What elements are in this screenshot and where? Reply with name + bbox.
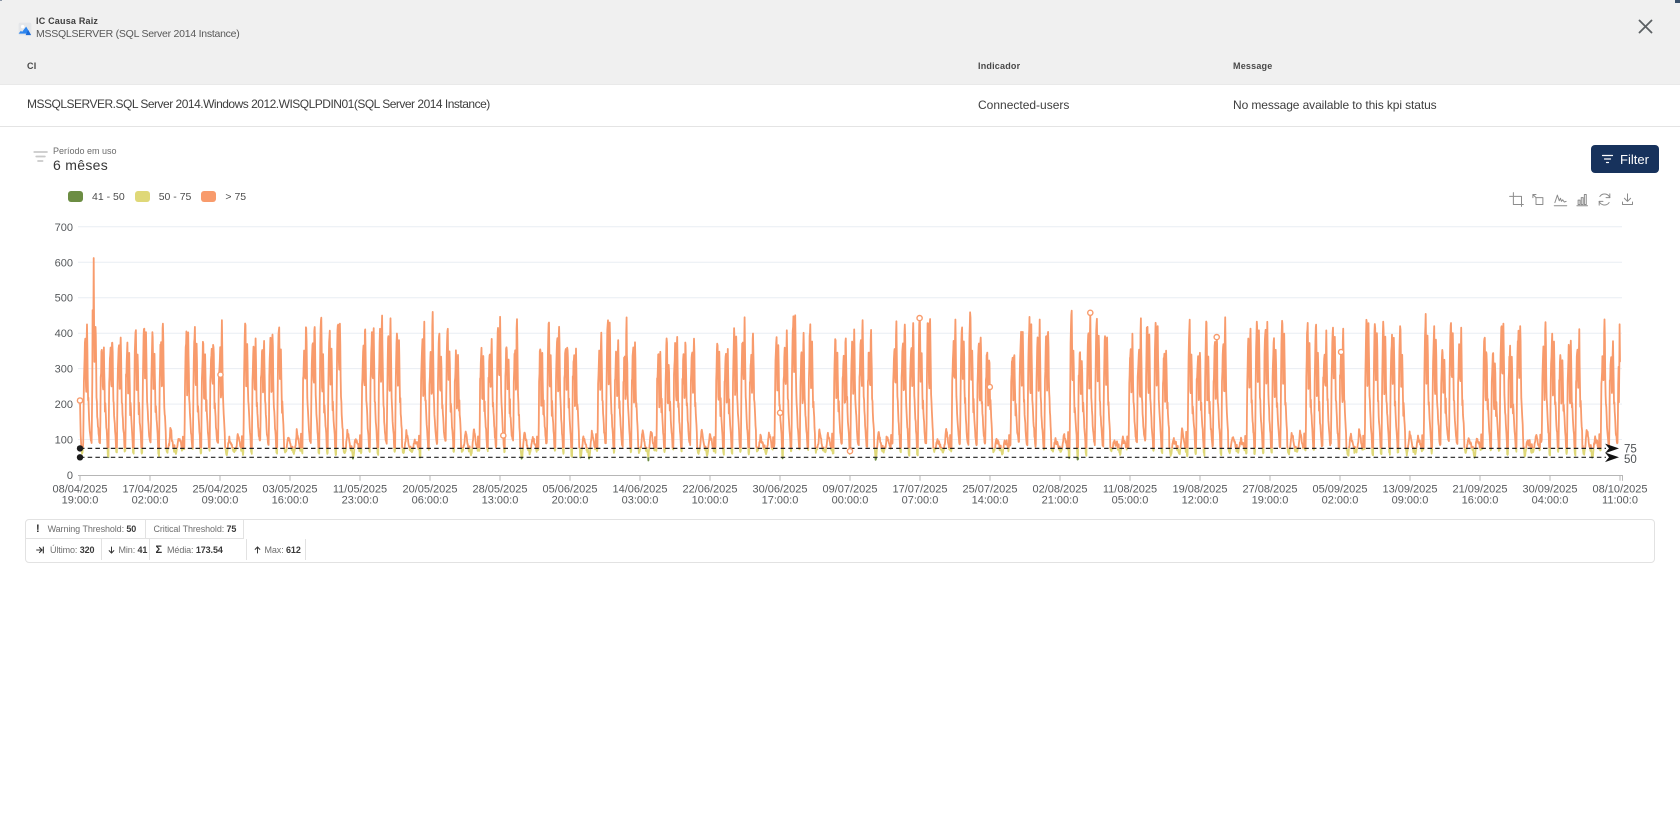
svg-text:300: 300 [55,364,73,376]
svg-text:200: 200 [55,399,73,411]
svg-text:10:00:0: 10:00:0 [692,495,729,507]
svg-text:16:00:0: 16:00:0 [272,495,309,507]
svg-text:21:00:0: 21:00:0 [1042,495,1079,507]
svg-text:14:00:0: 14:00:0 [972,495,1009,507]
svg-text:06:00:0: 06:00:0 [412,495,449,507]
svg-text:07:00:0: 07:00:0 [902,495,939,507]
svg-text:17:00:0: 17:00:0 [762,495,799,507]
svg-text:400: 400 [55,328,73,340]
svg-text:23:00:0: 23:00:0 [342,495,379,507]
svg-text:02:00:0: 02:00:0 [132,495,169,507]
svg-text:600: 600 [55,257,73,269]
svg-text:19:00:0: 19:00:0 [62,495,99,507]
svg-text:09:00:0: 09:00:0 [202,495,239,507]
svg-text:20:00:0: 20:00:0 [552,495,589,507]
svg-text:03:00:0: 03:00:0 [622,495,659,507]
svg-text:04:00:0: 04:00:0 [1532,495,1569,507]
svg-text:00:00:0: 00:00:0 [832,495,869,507]
svg-text:700: 700 [55,222,73,234]
svg-text:100: 100 [55,435,73,447]
svg-text:50: 50 [1624,454,1637,466]
svg-text:13:00:0: 13:00:0 [482,495,519,507]
svg-text:09:00:0: 09:00:0 [1392,495,1429,507]
svg-text:02:00:0: 02:00:0 [1322,495,1359,507]
svg-text:19:00:0: 19:00:0 [1252,495,1289,507]
svg-text:11:00:0: 11:00:0 [1602,495,1638,507]
svg-text:0: 0 [67,470,73,482]
svg-text:05:00:0: 05:00:0 [1112,495,1149,507]
svg-text:16:00:0: 16:00:0 [1462,495,1499,507]
svg-text:12:00:0: 12:00:0 [1182,495,1219,507]
svg-text:500: 500 [55,293,73,305]
